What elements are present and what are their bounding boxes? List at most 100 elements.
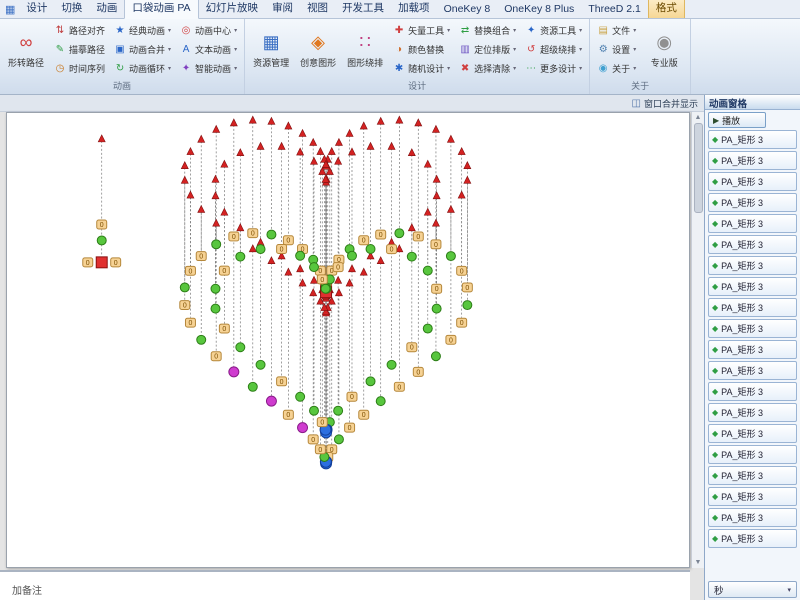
vector-tools-icon: ✚	[393, 25, 405, 37]
animation-effect-icon: ◆	[712, 219, 718, 228]
play-button[interactable]: ▶ 播放	[708, 112, 766, 128]
dropdown-arrow-icon: ▾	[513, 65, 516, 72]
animation-item[interactable]: ◆PA_矩形 3	[708, 130, 797, 149]
random-design-button[interactable]: ✱随机设计▾	[390, 59, 453, 78]
heart-shapes[interactable]: 0000000000000000000000000000000000000000…	[83, 220, 473, 469]
about-button[interactable]: ◉关于▾	[594, 59, 639, 78]
pro-badge-button[interactable]: ◉专业版	[642, 21, 686, 79]
anim-loop-button[interactable]: ↻动画循环▾	[111, 59, 174, 78]
anim-merge-button[interactable]: ▣动画合并▾	[111, 40, 174, 59]
animation-item[interactable]: ◆PA_矩形 3	[708, 235, 797, 254]
path-align-button[interactable]: ⇅路径对齐	[51, 21, 108, 40]
ribbon-tab-9[interactable]: OneKey 8	[437, 1, 498, 18]
svg-text:0: 0	[86, 260, 90, 267]
settings-button[interactable]: ⚙设置▾	[594, 40, 639, 59]
slide[interactable]: 0000000000000000000000000000000000000000…	[6, 112, 690, 568]
animation-effect-icon: ◆	[712, 513, 718, 522]
animation-item-label: PA_矩形 3	[721, 469, 763, 482]
animation-item[interactable]: ◆PA_矩形 3	[708, 466, 797, 485]
ribbon-tab-5[interactable]: 审阅	[265, 0, 300, 18]
canvas-scrollbar[interactable]: ▲ ▼	[691, 112, 704, 568]
super-wrap-button[interactable]: ↺超级绕排▾	[522, 40, 585, 59]
anim-loop-icon: ↻	[114, 63, 126, 75]
animation-item[interactable]: ◆PA_矩形 3	[708, 214, 797, 233]
seconds-label: 秒	[714, 583, 724, 597]
svg-text:0: 0	[320, 420, 324, 427]
button-label: 矢量工具	[408, 24, 444, 37]
animation-item[interactable]: ◆PA_矩形 3	[708, 277, 797, 296]
scroll-thumb[interactable]	[694, 123, 703, 213]
ribbon-tab-10[interactable]: OneKey 8 Plus	[497, 1, 581, 18]
animation-item[interactable]: ◆PA_矩形 3	[708, 424, 797, 443]
text-anim-button[interactable]: A文本动画▾	[177, 40, 240, 59]
shape-wrap-button[interactable]: ∷图形绕排	[343, 21, 387, 79]
animation-item[interactable]: ◆PA_矩形 3	[708, 445, 797, 464]
animation-item[interactable]: ◆PA_矩形 3	[708, 193, 797, 212]
scroll-up-icon[interactable]: ▲	[695, 112, 702, 123]
replace-group-button[interactable]: ⇄替换组合▾	[456, 21, 519, 40]
ribbon-tab-8[interactable]: 加载项	[391, 0, 437, 18]
file-button[interactable]: ▤文件▾	[594, 21, 639, 40]
select-clear-button[interactable]: ✖选择清除▾	[456, 59, 519, 78]
svg-text:0: 0	[214, 354, 218, 361]
button-label: 设置	[612, 43, 630, 56]
creative-shapes-button[interactable]: ◈创意图形	[296, 21, 340, 79]
ribbon-tab-4[interactable]: 幻灯片放映	[199, 0, 266, 18]
vector-tools-button[interactable]: ✚矢量工具▾	[390, 21, 453, 40]
anim-center-icon: ◎	[180, 25, 192, 37]
motion-path-lines	[102, 122, 468, 458]
trace-path-button[interactable]: ✎描摹路径	[51, 40, 108, 59]
dropdown-arrow-icon: ▾	[168, 46, 171, 53]
animation-item[interactable]: ◆PA_矩形 3	[708, 172, 797, 191]
ribbon-tab-0[interactable]: 设计	[19, 0, 54, 18]
smart-anim-icon: ✦	[180, 63, 192, 75]
window-merge-toggle[interactable]: 窗口合并显示	[644, 97, 698, 110]
scroll-down-icon[interactable]: ▼	[695, 557, 702, 568]
smart-anim-button[interactable]: ✦智能动画▾	[177, 59, 240, 78]
position-layout-button[interactable]: ▥定位排版▾	[456, 40, 519, 59]
animation-effect-icon: ◆	[712, 303, 718, 312]
animation-item[interactable]: ◆PA_矩形 3	[708, 403, 797, 422]
ribbon-tab-2[interactable]: 动画	[89, 0, 124, 18]
animation-item[interactable]: ◆PA_矩形 3	[708, 382, 797, 401]
animation-item-label: PA_矩形 3	[721, 280, 763, 293]
animation-item-label: PA_矩形 3	[721, 364, 763, 377]
seconds-dropdown[interactable]: 秒 ▾	[708, 581, 797, 598]
animation-item[interactable]: ◆PA_矩形 3	[708, 256, 797, 275]
svg-text:0: 0	[311, 437, 315, 444]
more-design-button[interactable]: ⋯更多设计▾	[522, 59, 585, 78]
dropdown-arrow-icon: ▾	[633, 27, 636, 34]
animation-pane-title: 动画窗格	[705, 95, 800, 110]
svg-text:0: 0	[318, 268, 322, 275]
animation-item[interactable]: ◆PA_矩形 3	[708, 487, 797, 506]
animation-item[interactable]: ◆PA_矩形 3	[708, 529, 797, 548]
resource-tools-button[interactable]: ✦资源工具▾	[522, 21, 585, 40]
shape-to-path-button[interactable]: ∞形转路径	[4, 21, 48, 79]
animation-item[interactable]: ◆PA_矩形 3	[708, 298, 797, 317]
animation-item-label: PA_矩形 3	[721, 490, 763, 503]
color-replace-button[interactable]: ◑颜色替换	[390, 40, 453, 59]
svg-text:0: 0	[189, 268, 193, 275]
ribbon-tab-6[interactable]: 视图	[300, 0, 335, 18]
button-label: 路径对齐	[69, 24, 105, 37]
svg-text:0: 0	[189, 320, 193, 327]
animation-item[interactable]: ◆PA_矩形 3	[708, 319, 797, 338]
ribbon-tab-12[interactable]: 格式	[648, 0, 685, 18]
svg-text:0: 0	[362, 412, 366, 419]
resource-mgr-button[interactable]: ▦资源管理	[249, 21, 293, 79]
random-design-icon: ✱	[393, 63, 405, 75]
animation-item[interactable]: ◆PA_矩形 3	[708, 340, 797, 359]
classic-anim-button[interactable]: ★经典动画▾	[111, 21, 174, 40]
anim-center-button[interactable]: ◎动画中心▾	[177, 21, 240, 40]
animation-item[interactable]: ◆PA_矩形 3	[708, 508, 797, 527]
notes-area[interactable]: 加备注	[0, 570, 690, 600]
time-seq-button[interactable]: ◷时间序列	[51, 59, 108, 78]
ribbon-tab-3[interactable]: 口袋动画 PA	[124, 0, 198, 19]
animation-item[interactable]: ◆PA_矩形 3	[708, 151, 797, 170]
ribbon-tab-7[interactable]: 开发工具	[335, 0, 391, 18]
ribbon-tab-11[interactable]: ThreeD 2.1	[581, 1, 648, 18]
ribbon-tab-1[interactable]: 切换	[54, 0, 89, 18]
canvas-top-bar: ◫ 窗口合并显示	[0, 95, 704, 112]
animation-item[interactable]: ◆PA_矩形 3	[708, 361, 797, 380]
app-icon[interactable]: ▦	[3, 3, 19, 18]
